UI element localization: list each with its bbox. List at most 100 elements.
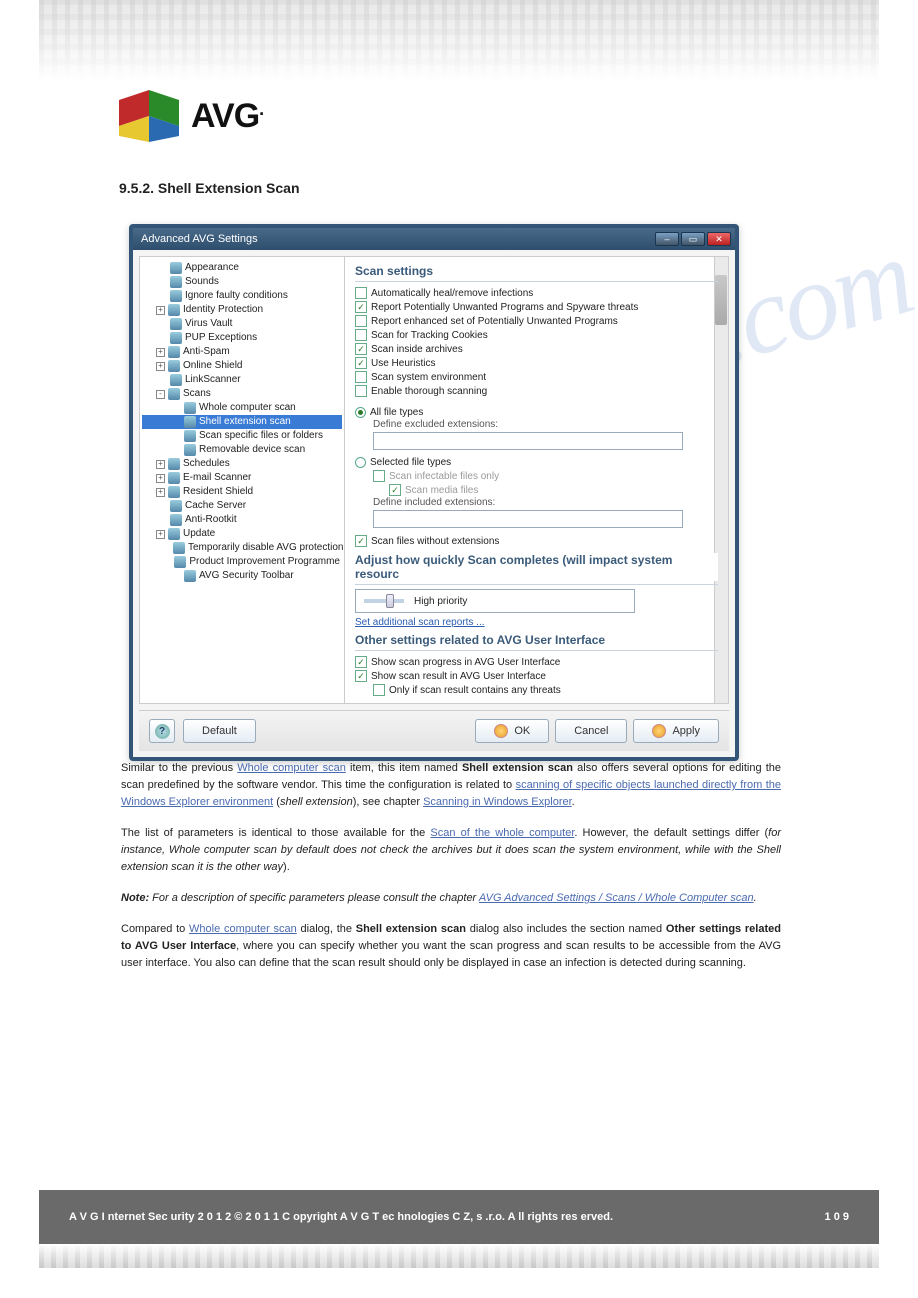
tree-item-label: Temporarily disable AVG protection [188,541,343,555]
link-whole-computer-scan-2[interactable]: Whole computer scan [189,923,297,935]
tree-expander-icon[interactable]: + [156,306,165,315]
tree-item[interactable]: + Resident Shield [142,485,342,499]
scan-option-label: Scan inside archives [371,344,463,355]
excluded-extensions-label: Define excluded extensions: [373,419,718,430]
ui-option-label: Show scan result in AVG User Interface [371,671,546,682]
tree-item[interactable]: Whole computer scan [142,401,342,415]
settings-tree[interactable]: AppearanceSoundsIgnore faulty conditions… [140,257,345,703]
tree-node-icon [168,388,180,400]
tree-item-label: Anti-Rootkit [185,513,237,527]
scan-option-label: Enable thorough scanning [371,386,487,397]
tree-item[interactable]: Ignore faulty conditions [142,289,342,303]
tree-item-label: Schedules [183,457,230,471]
tree-item[interactable]: Removable device scan [142,443,342,457]
link-scan-whole-computer[interactable]: Scan of the whole computer [430,827,574,839]
scan-option-label: Use Heuristics [371,358,435,369]
tree-item[interactable]: + Schedules [142,457,342,471]
tree-item[interactable]: +Anti-Spam [142,345,342,359]
tree-item-label: Cache Server [185,499,246,513]
tree-node-icon [184,402,196,414]
all-file-types-radio[interactable] [355,407,366,418]
tree-node-icon [170,262,182,274]
tree-item[interactable]: AVG Security Toolbar [142,569,342,583]
tree-node-icon [168,528,180,540]
ui-option-checkbox[interactable] [355,656,367,668]
tree-item[interactable]: Scan specific files or folders [142,429,342,443]
dialog-title: Advanced AVG Settings [141,233,258,245]
tree-item[interactable]: Shell extension scan [142,415,342,429]
tree-item[interactable]: Sounds [142,275,342,289]
tree-item[interactable]: + E-mail Scanner [142,471,342,485]
tree-expander-icon[interactable]: + [156,530,165,539]
tree-node-icon [168,458,180,470]
section-heading: 9.5.2. Shell Extension Scan [119,180,300,196]
included-extensions-input[interactable] [373,510,683,528]
no-ext-checkbox[interactable] [355,535,367,547]
additional-reports-link[interactable]: Set additional scan reports ... [355,617,485,628]
tree-expander-icon[interactable]: - [156,390,165,399]
tree-item[interactable]: +Identity Protection [142,303,342,317]
tree-item[interactable]: PUP Exceptions [142,331,342,345]
tree-node-icon [168,346,180,358]
tree-node-icon [174,556,186,568]
tree-node-icon [170,374,182,386]
ui-option-checkbox[interactable] [373,684,385,696]
tree-node-icon [168,486,180,498]
ui-option-label: Show scan progress in AVG User Interface [371,657,560,668]
tree-item-label: Virus Vault [185,317,232,331]
help-icon: ? [155,724,170,739]
tree-item-label: Update [183,527,215,541]
tree-item[interactable]: +Online Shield [142,359,342,373]
scan-settings-heading: Scan settings [355,264,439,278]
ui-option-label: Only if scan result contains any threats [389,685,561,696]
tree-expander-icon[interactable]: + [156,474,165,483]
tree-item[interactable]: Temporarily disable AVG protection [142,541,342,555]
tree-item[interactable]: Cache Server [142,499,342,513]
selected-file-types-radio[interactable] [355,457,366,468]
scan-option-checkbox[interactable] [355,371,367,383]
scan-option-checkbox[interactable] [355,385,367,397]
tree-node-icon [170,500,182,512]
scan-option-checkbox[interactable] [355,357,367,369]
tree-expander-icon[interactable]: + [156,488,165,497]
minimize-button[interactable]: – [655,232,679,246]
tree-node-icon [170,276,182,288]
maximize-button[interactable]: ▭ [681,232,705,246]
tree-item[interactable]: Appearance [142,261,342,275]
tree-item[interactable]: + Update [142,527,342,541]
page-body-text: Similar to the previous Whole computer s… [121,760,781,986]
link-advanced-settings-scan[interactable]: AVG Advanced Settings / Scans / Whole Co… [479,892,754,904]
help-button[interactable]: ? [149,719,175,743]
tree-item-label: Resident Shield [183,485,253,499]
scan-option-checkbox[interactable] [355,329,367,341]
tree-item[interactable]: Anti-Rootkit [142,513,342,527]
tree-item[interactable]: LinkScanner [142,373,342,387]
tree-item-label: E-mail Scanner [183,471,251,485]
tree-node-icon [170,514,182,526]
scan-option-checkbox[interactable] [355,343,367,355]
excluded-extensions-input[interactable] [373,432,683,450]
apply-button[interactable]: Apply [633,719,719,743]
close-button[interactable]: ✕ [707,232,731,246]
link-whole-computer-scan[interactable]: Whole computer scan [237,762,346,774]
priority-slider[interactable]: High priority [355,589,635,613]
tree-expander-icon[interactable]: + [156,460,165,469]
ok-button[interactable]: OK [475,719,549,743]
cancel-button[interactable]: Cancel [555,719,627,743]
scan-option-checkbox[interactable] [355,301,367,313]
scan-option-checkbox[interactable] [355,287,367,299]
link-scanning-in-explorer[interactable]: Scanning in Windows Explorer [423,796,572,808]
tree-item-label: Whole computer scan [199,401,296,415]
ui-option-checkbox[interactable] [355,670,367,682]
tree-expander-icon[interactable]: + [156,348,165,357]
tree-item[interactable]: Virus Vault [142,317,342,331]
tree-item-label: Shell extension scan [199,415,291,429]
decorative-pixel-header [39,0,879,80]
default-button[interactable]: Default [183,719,256,743]
scan-infectable-checkbox [373,470,385,482]
tree-item[interactable]: Product Improvement Programme [142,555,342,569]
tree-node-icon [170,332,182,344]
tree-expander-icon[interactable]: + [156,362,165,371]
tree-item[interactable]: -Scans [142,387,342,401]
scan-option-checkbox[interactable] [355,315,367,327]
